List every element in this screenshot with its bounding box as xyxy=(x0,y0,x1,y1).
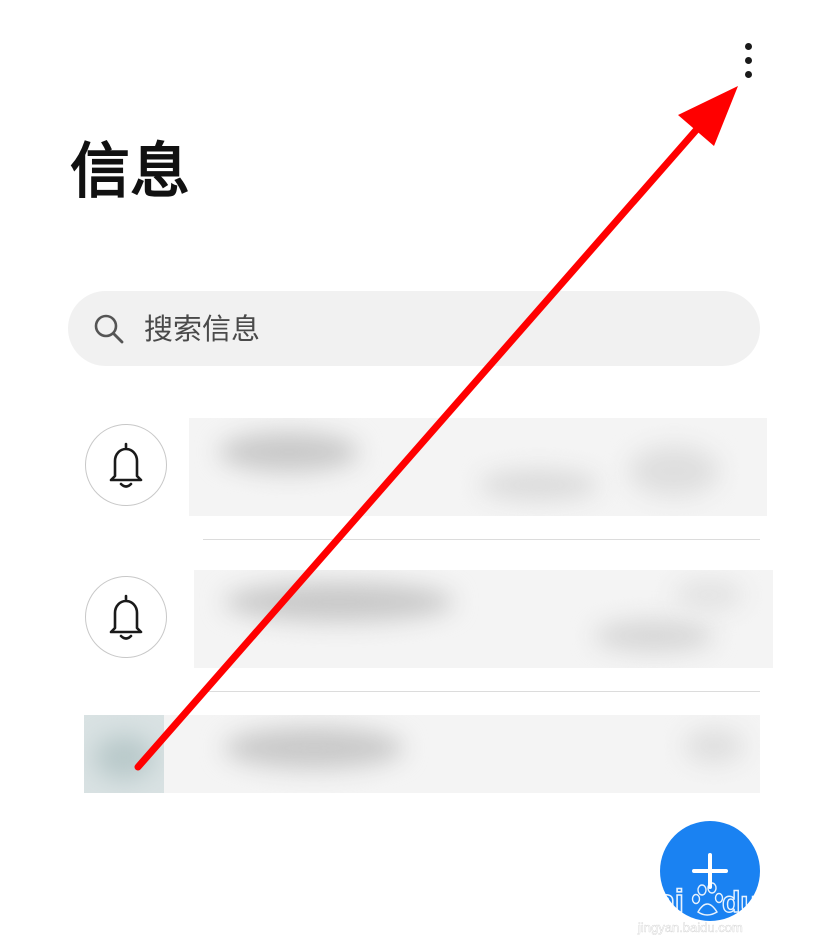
list-divider xyxy=(203,539,760,540)
search-placeholder: 搜索信息 xyxy=(144,312,261,346)
search-bar[interactable]: 搜索信息 xyxy=(68,291,760,366)
conversation-preview-blurred[interactable] xyxy=(164,715,760,793)
conversation-avatar[interactable] xyxy=(85,424,167,506)
bell-icon xyxy=(109,442,143,488)
conversation-avatar-blurred[interactable] xyxy=(84,715,164,793)
search-icon xyxy=(94,314,124,344)
page-title: 信息 xyxy=(70,137,190,207)
conversation-avatar[interactable] xyxy=(85,576,167,658)
conversation-preview-blurred[interactable] xyxy=(194,570,773,668)
svg-text:经验: 经验 xyxy=(752,888,800,916)
list-divider xyxy=(203,691,760,692)
baidu-jingyan-watermark: Bai du 经验 jingyan.baidu.com xyxy=(634,882,801,935)
conversation-preview-blurred[interactable] xyxy=(189,418,767,516)
svg-text:Bai: Bai xyxy=(634,883,684,919)
more-dot xyxy=(744,70,752,78)
svg-text:jingyan.baidu.com: jingyan.baidu.com xyxy=(637,920,743,935)
more-dot xyxy=(744,42,752,50)
more-dot xyxy=(744,56,752,64)
more-options-button[interactable] xyxy=(728,34,768,86)
bell-icon xyxy=(109,594,143,640)
